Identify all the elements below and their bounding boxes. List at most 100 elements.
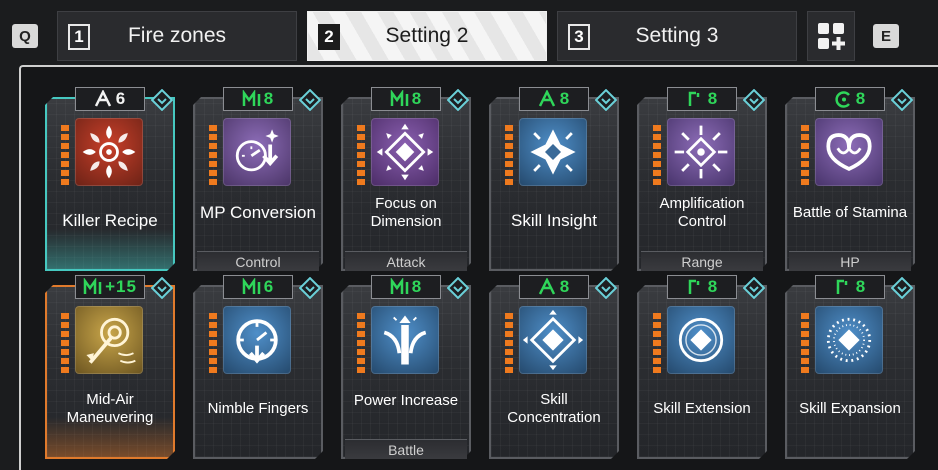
cost-value: 8 [855, 89, 867, 108]
cost-value: 8 [707, 89, 719, 108]
infinity-heart-icon [826, 133, 872, 172]
cost-value: 8 [559, 89, 571, 108]
dotted-ring-diamond-icon [826, 317, 872, 363]
skill-icon [815, 306, 883, 374]
skill-card[interactable]: 8 Skill Extension [637, 275, 767, 459]
r-rune-icon [688, 279, 700, 294]
skill-name: MP Conversion [200, 203, 316, 222]
level-bars [653, 313, 661, 379]
level-bars [505, 125, 513, 191]
cost-tag: 8 [667, 87, 737, 111]
equip-diamond-icon[interactable] [743, 89, 765, 111]
skill-category: Battle [345, 439, 467, 459]
dial-arrow-icon [236, 319, 278, 364]
skill-icon [667, 306, 735, 374]
ring-diamond-icon [678, 317, 724, 363]
tab-number: 3 [568, 24, 590, 50]
tab-number: 2 [318, 24, 340, 50]
skill-category: HP [789, 251, 911, 271]
skill-icon [371, 306, 439, 374]
add-preset-button[interactable] [807, 11, 855, 61]
m-rune-icon [390, 90, 409, 106]
tab-setting-3[interactable]: 3 Setting 3 [557, 11, 797, 61]
skill-name: Skill Expansion [799, 400, 901, 417]
skill-card[interactable]: 8 Skill Concentration [489, 275, 619, 459]
skill-name: Skill Insight [511, 211, 597, 230]
m-rune-icon [242, 278, 261, 294]
ascent-icon [538, 90, 555, 107]
m-rune-icon [83, 278, 102, 294]
skill-name: Focus on Dimension [370, 195, 442, 230]
equip-diamond-icon[interactable] [447, 89, 469, 111]
equip-diamond-icon[interactable] [743, 277, 765, 299]
equip-diamond-icon[interactable] [151, 277, 173, 299]
cost-tag: 8 [519, 87, 589, 111]
tab-label: Fire zones [127, 24, 227, 47]
tab-label: Setting 3 [635, 24, 719, 47]
skill-name: Mid-Air Maneuvering [66, 391, 154, 426]
tab-setting-2[interactable]: 2 Setting 2 [307, 11, 547, 61]
equip-diamond-icon[interactable] [447, 277, 469, 299]
equip-diamond-icon[interactable] [299, 277, 321, 299]
cost-tag: 8 [371, 275, 441, 299]
equip-diamond-icon[interactable] [595, 277, 617, 299]
ascent-icon [94, 90, 111, 107]
r-rune-icon [688, 91, 700, 106]
radiant-diamond-icon [674, 125, 728, 179]
level-bars [209, 313, 217, 379]
skill-icon [667, 118, 735, 186]
skill-icon [815, 118, 883, 186]
cost-value: 6 [263, 277, 275, 296]
tab-fire-zones[interactable]: 1 Fire zones [57, 11, 297, 61]
skill-card[interactable]: +15 Mid-Air Maneuvering [45, 275, 175, 459]
level-bars [801, 313, 809, 379]
skill-icon [223, 306, 291, 374]
skill-name: Amplification Control [659, 195, 745, 230]
equip-diamond-icon[interactable] [891, 89, 913, 111]
ascent-icon [538, 278, 555, 295]
cost-tag: 8 [371, 87, 441, 111]
cost-value: +15 [105, 277, 137, 296]
rising-arrow-icon [383, 315, 427, 365]
gauge-arrow-icon [235, 129, 279, 172]
skill-card[interactable]: 8 MP Conversion Control [193, 87, 323, 271]
skill-icon [519, 118, 587, 186]
skill-card[interactable]: 8 Focus on Dimension Attack [341, 87, 471, 271]
level-bars [61, 313, 69, 379]
skill-name: Nimble Fingers [207, 400, 309, 417]
e-key-hint[interactable]: E [873, 24, 899, 48]
tab-label: Setting 2 [385, 24, 469, 47]
nested-diamond-icon [522, 309, 584, 371]
equip-diamond-icon[interactable] [299, 89, 321, 111]
skill-card[interactable]: 8 Power Increase Battle [341, 275, 471, 459]
skill-card[interactable]: 6 Nimble Fingers [193, 275, 323, 459]
q-key-hint[interactable]: Q [12, 24, 38, 48]
r-rune-icon [836, 279, 848, 294]
equip-diamond-icon[interactable] [151, 89, 173, 111]
cost-value: 8 [855, 277, 867, 296]
grapple-hook-icon [86, 317, 136, 364]
flame-burst-icon [82, 125, 136, 179]
cost-tag: 8 [667, 275, 737, 299]
cost-tag: 8 [815, 87, 885, 111]
skill-card[interactable]: 8 Amplification Control Range [637, 87, 767, 271]
skill-card[interactable]: 8 Skill Insight [489, 87, 619, 271]
cost-value: 8 [707, 277, 719, 296]
cost-value: 6 [115, 89, 127, 108]
skill-name: Battle of Stamina [792, 204, 908, 221]
cost-value: 8 [559, 277, 571, 296]
cost-tag: +15 [75, 275, 145, 299]
skill-category: Control [197, 251, 319, 271]
skill-icon [75, 306, 143, 374]
skill-card[interactable]: 8 Battle of Stamina HP [785, 87, 915, 271]
skill-icon [371, 118, 439, 186]
skill-icon [223, 118, 291, 186]
skill-card[interactable]: 8 Skill Expansion [785, 275, 915, 459]
skill-card[interactable]: 6 Killer Recipe [45, 87, 175, 271]
cost-tag: 8 [223, 87, 293, 111]
m-rune-icon [390, 278, 409, 294]
level-bars [505, 313, 513, 379]
equip-diamond-icon[interactable] [595, 89, 617, 111]
equip-diamond-icon[interactable] [891, 277, 913, 299]
tab-number: 1 [68, 24, 90, 50]
